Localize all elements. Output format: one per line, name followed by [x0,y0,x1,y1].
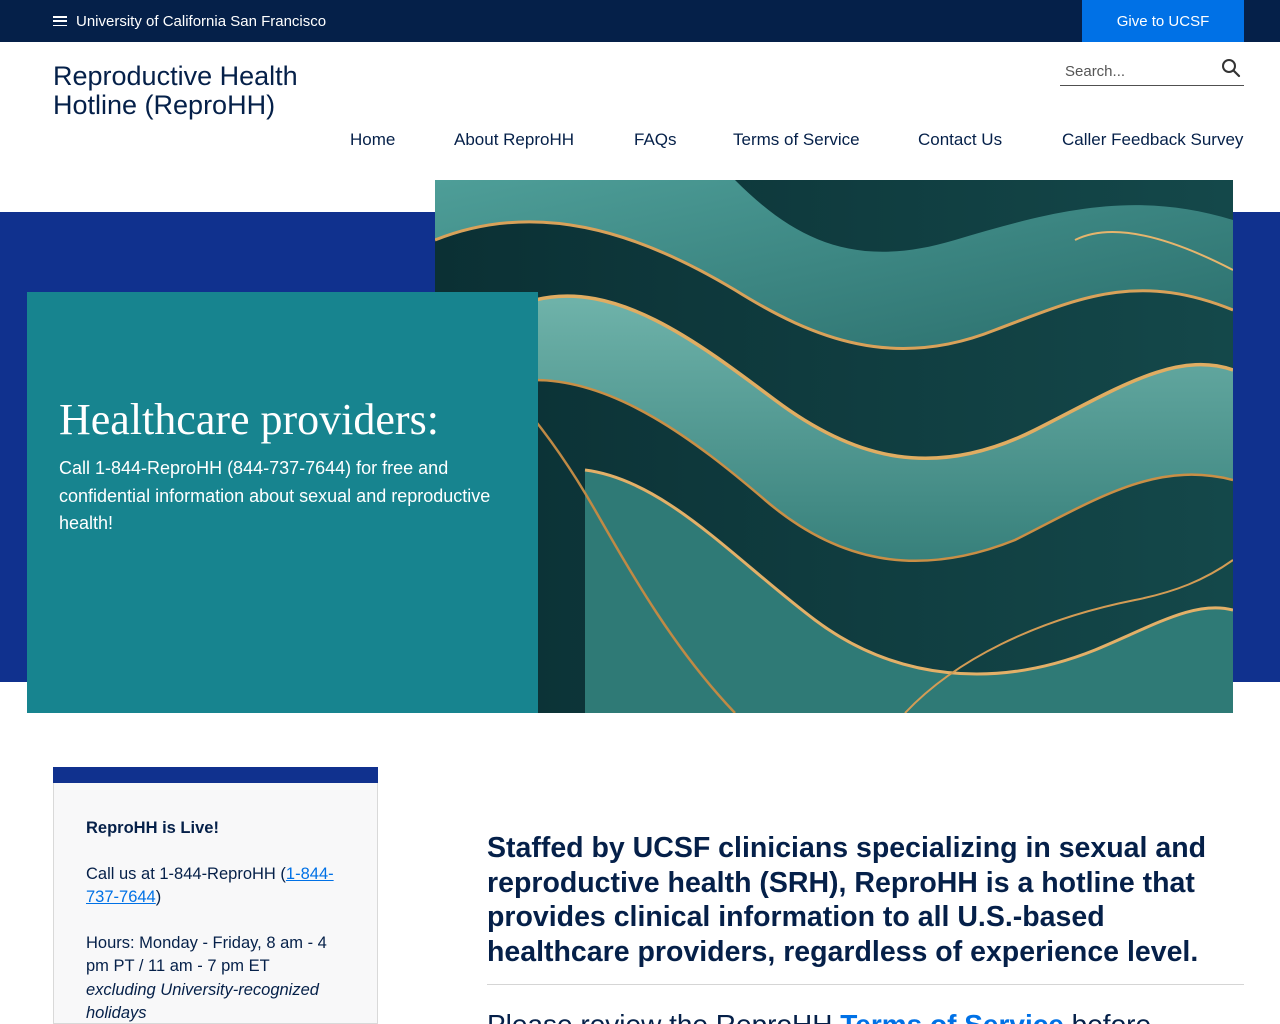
main-lead-text: Staffed by UCSF clinicians specializing … [487,832,1207,968]
nav-feedback-survey[interactable]: Caller Feedback Survey [1062,130,1243,150]
sidebar-heading: ReproHH is Live! [86,819,219,837]
call-suffix: ) [155,888,162,906]
call-prefix: Call us at 1-844-ReproHH ( [86,864,286,883]
nav-faqs[interactable]: FAQs [634,130,677,150]
hero-image [435,180,1233,713]
next-suffix: before [1064,1009,1151,1024]
hero-title: Healthcare providers: [59,395,439,444]
main-next-text: Please review the ReproHH Terms of Servi… [487,1008,1244,1024]
hamburger-icon [53,16,67,27]
hours-text: Hours: Monday - Friday, 8 am - 4 pm PT /… [86,933,327,976]
search-box [1060,56,1244,86]
main-nav: Home About ReproHH FAQs Terms of Service… [0,130,1280,152]
hours-note: excluding University-recognized holidays [86,980,319,1023]
ucsf-menu-button[interactable]: University of California San Francisco [53,0,326,42]
nav-contact[interactable]: Contact Us [918,130,1002,150]
nav-home[interactable]: Home [350,130,395,150]
sidebar-accent-bar [53,767,378,783]
next-prefix: Please review the ReproHH [487,1009,840,1024]
give-to-ucsf-button[interactable]: Give to UCSF [1082,0,1244,42]
nav-about[interactable]: About ReproHH [454,130,574,150]
hero-text: Call 1-844-ReproHH (844-737-7644) for fr… [59,458,491,533]
sidebar-call-text: Call us at 1-844-ReproHH (1-844-737-7644… [86,863,345,910]
nav-terms[interactable]: Terms of Service [733,130,860,150]
hero-card: Healthcare providers: Call 1-844-ReproHH… [27,292,538,713]
ucsf-menu-label: University of California San Francisco [76,12,327,30]
sidebar-card: ReproHH is Live! Call us at 1-844-ReproH… [53,767,378,1024]
main-divider [487,984,1244,985]
top-bar: University of California San Francisco G… [0,0,1280,42]
terms-of-service-link[interactable]: Terms of Service [840,1009,1064,1024]
site-title[interactable]: Reproductive Health Hotline (ReproHH) [53,62,353,120]
search-icon[interactable] [1221,58,1241,78]
sidebar-hours: Hours: Monday - Friday, 8 am - 4 pm PT /… [86,932,345,1024]
search-input[interactable] [1065,60,1215,82]
